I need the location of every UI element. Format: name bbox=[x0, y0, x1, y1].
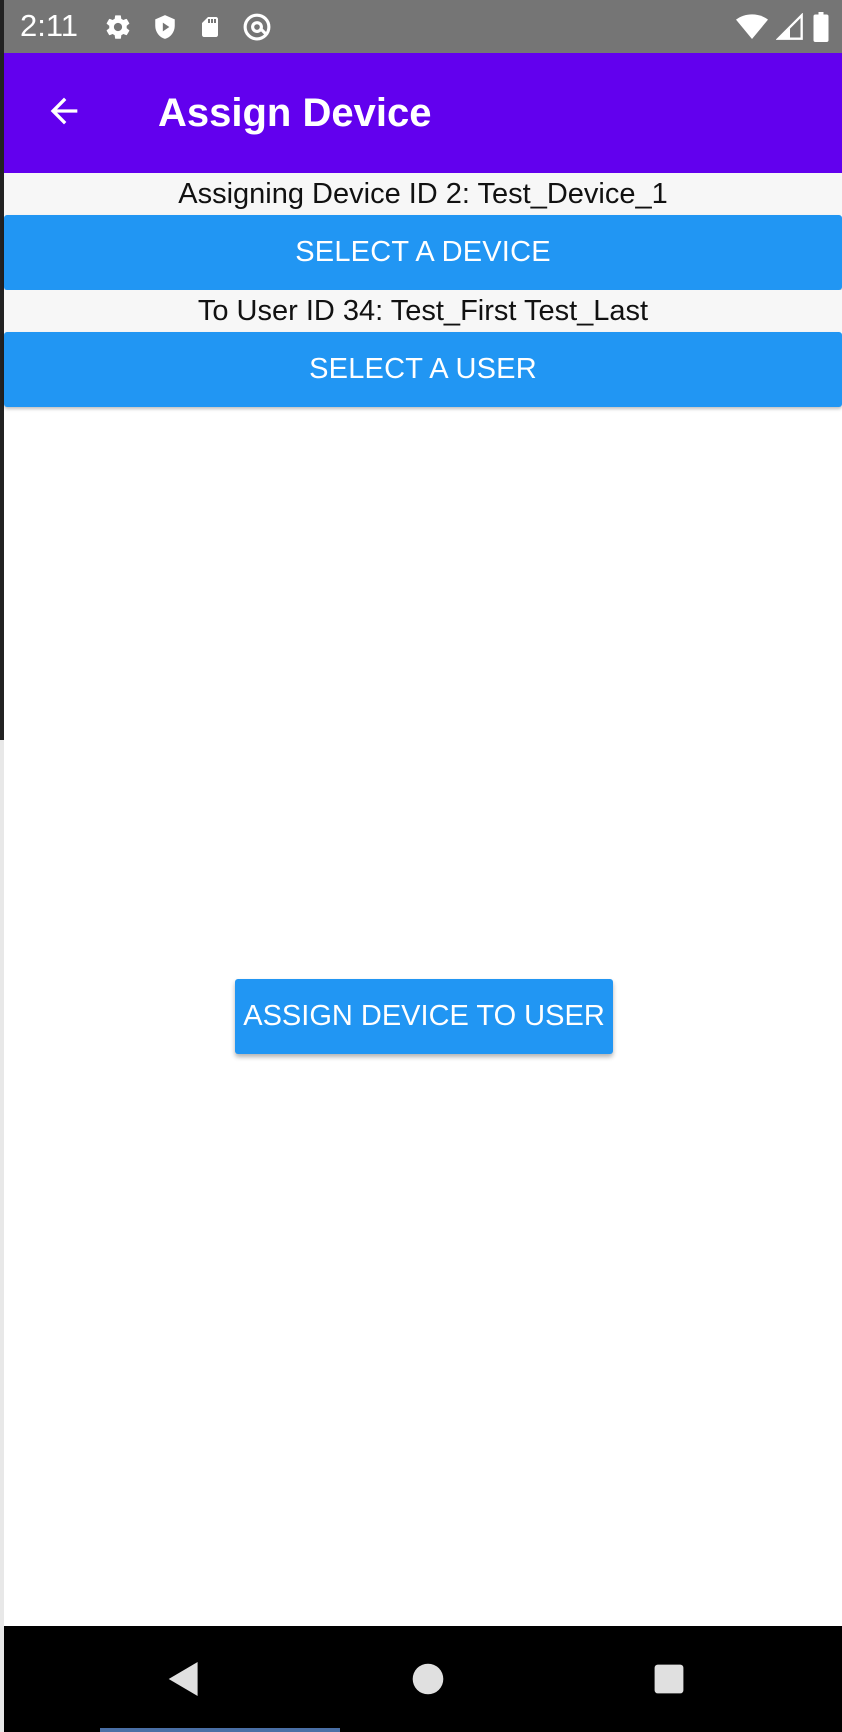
device-label: Assigning Device ID 2: Test_Device_1 bbox=[4, 173, 842, 215]
app-screen: 2:11 Assign Device Assigning Device ID 2… bbox=[0, 0, 842, 1732]
page-title: Assign Device bbox=[158, 91, 432, 135]
nav-back-icon bbox=[167, 1660, 201, 1703]
settings-icon bbox=[104, 13, 132, 41]
status-icons-left bbox=[104, 12, 272, 42]
nav-recents-button[interactable] bbox=[644, 1656, 694, 1706]
nav-home-icon bbox=[411, 1662, 445, 1701]
sd-card-icon bbox=[198, 13, 222, 41]
nav-home-button[interactable] bbox=[403, 1656, 453, 1706]
assign-device-button[interactable]: ASSIGN DEVICE TO USER bbox=[235, 979, 613, 1054]
host-window-edge bbox=[100, 1728, 340, 1732]
app-bar: Assign Device bbox=[4, 53, 842, 173]
back-button[interactable] bbox=[34, 83, 94, 143]
select-device-button[interactable]: SELECT A DEVICE bbox=[4, 215, 842, 290]
status-icons-right bbox=[736, 12, 830, 42]
shield-icon bbox=[152, 13, 178, 41]
status-bar: 2:11 bbox=[4, 0, 842, 53]
select-user-button[interactable]: SELECT A USER bbox=[4, 332, 842, 407]
navigation-bar bbox=[4, 1626, 842, 1732]
status-time: 2:11 bbox=[20, 8, 79, 43]
at-sign-icon bbox=[242, 12, 272, 42]
battery-icon bbox=[812, 12, 830, 42]
signal-icon bbox=[776, 13, 804, 41]
nav-recents-icon bbox=[653, 1663, 685, 1700]
window-edge-lower bbox=[0, 740, 4, 1732]
wifi-icon bbox=[736, 13, 768, 41]
nav-back-button[interactable] bbox=[159, 1656, 209, 1706]
user-label: To User ID 34: Test_First Test_Last bbox=[4, 290, 842, 332]
arrow-left-icon bbox=[44, 91, 84, 136]
